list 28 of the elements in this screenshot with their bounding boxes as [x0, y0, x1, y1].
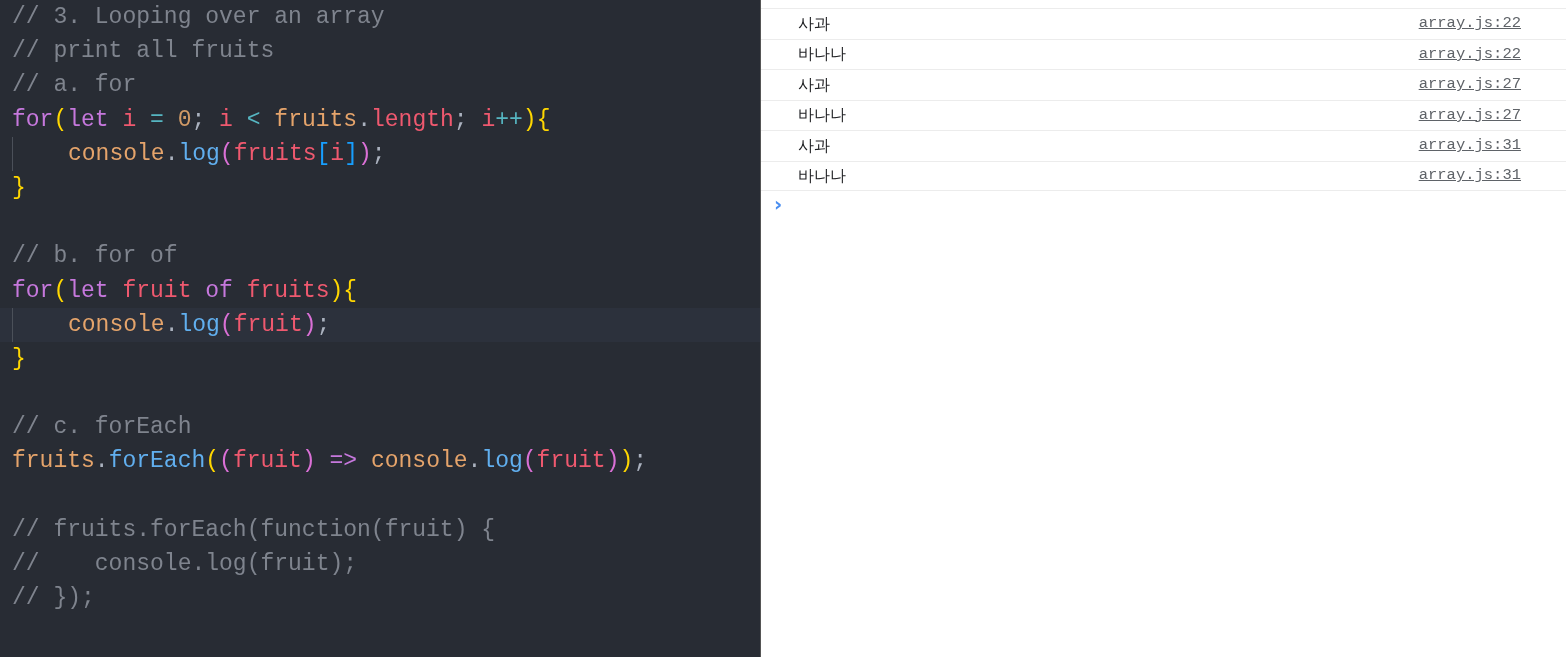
code-line: }	[12, 173, 26, 203]
code-line: // fruits.forEach(function(fruit) {	[12, 515, 496, 545]
code-line: // print all fruits	[12, 37, 275, 67]
code-line: console.log(fruits[i]);	[68, 139, 386, 169]
code-line: // 3. Looping over an array	[12, 3, 385, 32]
log-message: 바나나	[798, 43, 846, 66]
log-message: 사과	[798, 73, 830, 96]
log-message: 바나나	[798, 164, 846, 187]
code-line: // c. forEach	[12, 413, 192, 443]
code-line: // a. for	[12, 71, 137, 101]
code-line: // console.log(fruit);	[12, 550, 358, 579]
source-link[interactable]: array.js:31	[1418, 164, 1521, 188]
code-line: for(let i = 0; i < fruits.length; i++){	[12, 105, 551, 135]
source-link[interactable]: array.js:22	[1418, 42, 1521, 66]
log-message: 바나나	[798, 104, 846, 127]
log-message: 사과	[798, 134, 830, 157]
log-message: 사과	[798, 12, 830, 35]
source-link[interactable]: array.js:22	[1418, 12, 1521, 36]
code-line: for(let fruit of fruits){	[12, 276, 358, 306]
source-link[interactable]: array.js:31	[1418, 134, 1521, 158]
code-line: }	[12, 344, 26, 374]
source-link[interactable]: array.js:27	[1418, 103, 1521, 127]
code-line: fruits.forEach((fruit) => console.log(fruit));	[12, 447, 648, 477]
console-prompt[interactable]: ›	[761, 191, 783, 217]
code-line: // b. for of	[12, 242, 178, 272]
source-link[interactable]: array.js:27	[1418, 73, 1521, 97]
code-line: console.log(fruit);	[68, 310, 331, 340]
code-line: // });	[12, 584, 95, 614]
